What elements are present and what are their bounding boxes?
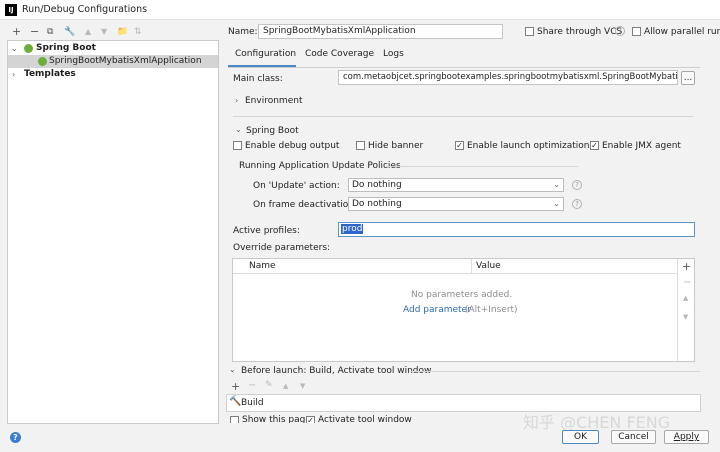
- on-frame-value: Do nothing: [352, 199, 402, 209]
- share-vcs-checkbox[interactable]: [525, 27, 534, 36]
- tree-label-app: SpringBootMybatisXmlApplication: [49, 56, 202, 66]
- hide-banner-checkbox[interactable]: [356, 141, 365, 150]
- hammer-icon: 🔨: [229, 396, 242, 407]
- spring-boot-icon: [24, 44, 33, 53]
- override-params-label: Override parameters:: [233, 243, 331, 253]
- chevron-down-icon: ⌄: [553, 180, 560, 189]
- launch-opt-checkbox[interactable]: ✓: [455, 141, 464, 150]
- chevron-down-icon: ⌄: [553, 199, 560, 208]
- on-update-value: Do nothing: [352, 180, 402, 190]
- help-icon[interactable]: ?: [10, 432, 21, 443]
- policies-divider: [386, 166, 578, 167]
- check-icon: ✓: [456, 141, 463, 150]
- table-toolbar-divider: [677, 259, 678, 361]
- enable-debug-label: Enable debug output: [245, 141, 340, 151]
- copy-config-icon[interactable]: ⧉: [47, 27, 53, 37]
- move-down-icon[interactable]: ▼: [101, 27, 107, 37]
- activate-window-checkbox[interactable]: ✓: [306, 416, 315, 423]
- add-row-icon[interactable]: +: [682, 260, 691, 273]
- allow-parallel-label: Allow parallel run: [644, 27, 720, 37]
- on-frame-select[interactable]: Do nothing ⌄: [348, 197, 564, 211]
- chevron-down-icon[interactable]: ⌄: [11, 42, 18, 55]
- active-profiles-input[interactable]: prod: [338, 222, 695, 237]
- name-input[interactable]: SpringBootMybatisXmlApplication: [258, 24, 503, 39]
- policies-label: Running Application Update Policies: [239, 161, 401, 171]
- cancel-button[interactable]: Cancel: [611, 430, 656, 444]
- check-icon: ✓: [591, 141, 598, 150]
- launch-opt-label: Enable launch optimization: [467, 141, 590, 151]
- config-tree[interactable]: ⌄ Spring Boot SpringBootMybatisXmlApplic…: [7, 40, 219, 424]
- browse-button[interactable]: ...: [681, 71, 695, 85]
- remove-row-icon[interactable]: −: [683, 277, 691, 288]
- section-divider: [233, 116, 693, 117]
- empty-table-text: No parameters added.: [411, 290, 513, 300]
- enable-debug-checkbox[interactable]: [233, 141, 242, 150]
- remove-task-icon[interactable]: −: [248, 380, 256, 391]
- add-task-icon[interactable]: +: [231, 380, 240, 393]
- ok-button[interactable]: OK: [562, 430, 599, 444]
- environment-section[interactable]: Environment: [245, 96, 302, 106]
- help-icon[interactable]: ?: [615, 26, 625, 36]
- main-class-input[interactable]: com.metaobjcet.springbootexamples.spring…: [338, 70, 678, 85]
- chevron-right-icon[interactable]: ›: [12, 68, 15, 81]
- jmx-agent-checkbox[interactable]: ✓: [590, 141, 599, 150]
- params-table[interactable]: Name Value + − ▲ ▼ No parameters added. …: [232, 258, 695, 362]
- title-bar: IJ Run/Debug Configurations: [0, 0, 720, 20]
- column-header-name[interactable]: Name: [249, 261, 276, 271]
- active-profiles-label: Active profiles:: [233, 226, 300, 236]
- jmx-agent-label: Enable JMX agent: [602, 141, 681, 151]
- window-title: Run/Debug Configurations: [22, 4, 148, 15]
- remove-config-icon[interactable]: −: [30, 26, 39, 37]
- move-down-icon[interactable]: ▼: [300, 382, 305, 390]
- folder-icon[interactable]: 📁: [117, 27, 128, 37]
- edit-task-icon[interactable]: ✎: [265, 380, 273, 390]
- column-divider: [471, 259, 472, 274]
- help-icon[interactable]: ?: [572, 180, 582, 190]
- column-header-value[interactable]: Value: [476, 261, 501, 271]
- before-launch-divider: [410, 371, 700, 372]
- chevron-down-icon[interactable]: ⌄: [229, 365, 236, 374]
- move-up-icon[interactable]: ▲: [683, 294, 688, 302]
- sort-icon[interactable]: ⇅: [134, 27, 142, 37]
- on-update-label: On 'Update' action:: [253, 181, 340, 191]
- main-class-label: Main class:: [233, 74, 283, 84]
- show-page-label: Show this page: [242, 415, 311, 423]
- add-config-icon[interactable]: +: [12, 26, 21, 37]
- move-down-icon[interactable]: ▼: [683, 313, 688, 321]
- wrench-icon[interactable]: 🔧: [64, 27, 75, 37]
- move-up-icon[interactable]: ▲: [85, 27, 91, 37]
- table-header: Name Value: [233, 259, 677, 274]
- tree-label-spring-boot: Spring Boot: [36, 43, 96, 53]
- add-parameter-link[interactable]: Add parameter: [403, 305, 471, 315]
- apply-button[interactable]: Apply: [664, 430, 709, 444]
- chevron-down-icon[interactable]: ⌄: [235, 125, 242, 134]
- share-vcs-label: Share through VCS: [537, 27, 623, 37]
- move-up-icon[interactable]: ▲: [283, 382, 288, 390]
- tab-configuration[interactable]: Configuration: [235, 49, 296, 59]
- name-label: Name:: [228, 27, 258, 37]
- on-frame-label: On frame deactivation:: [253, 200, 358, 210]
- add-parameter-shortcut: (Alt+Insert): [465, 305, 518, 315]
- tree-label-templates: Templates: [24, 69, 76, 79]
- before-launch-label[interactable]: Before launch: Build, Activate tool wind…: [241, 366, 431, 376]
- tab-logs[interactable]: Logs: [383, 49, 404, 59]
- tree-node-templates[interactable]: › Templates: [8, 68, 218, 81]
- hide-banner-label: Hide banner: [368, 141, 424, 151]
- on-update-select[interactable]: Do nothing ⌄: [348, 178, 564, 192]
- tab-code-coverage[interactable]: Code Coverage: [305, 49, 374, 59]
- intellij-app-icon: IJ: [5, 4, 17, 16]
- chevron-right-icon[interactable]: ›: [235, 96, 238, 105]
- check-icon: ✓: [307, 416, 314, 424]
- spring-boot-section[interactable]: Spring Boot: [246, 126, 299, 136]
- spring-app-icon: [38, 57, 47, 66]
- active-profiles-selected-text: prod: [341, 224, 364, 234]
- show-page-checkbox[interactable]: [230, 416, 239, 423]
- activate-window-label: Activate tool window: [318, 415, 412, 423]
- build-task-item[interactable]: Build: [241, 398, 264, 408]
- tree-node-app[interactable]: SpringBootMybatisXmlApplication: [8, 55, 218, 68]
- help-icon[interactable]: ?: [572, 199, 582, 209]
- allow-parallel-checkbox[interactable]: [632, 27, 641, 36]
- tree-node-spring-boot[interactable]: ⌄ Spring Boot: [8, 42, 218, 55]
